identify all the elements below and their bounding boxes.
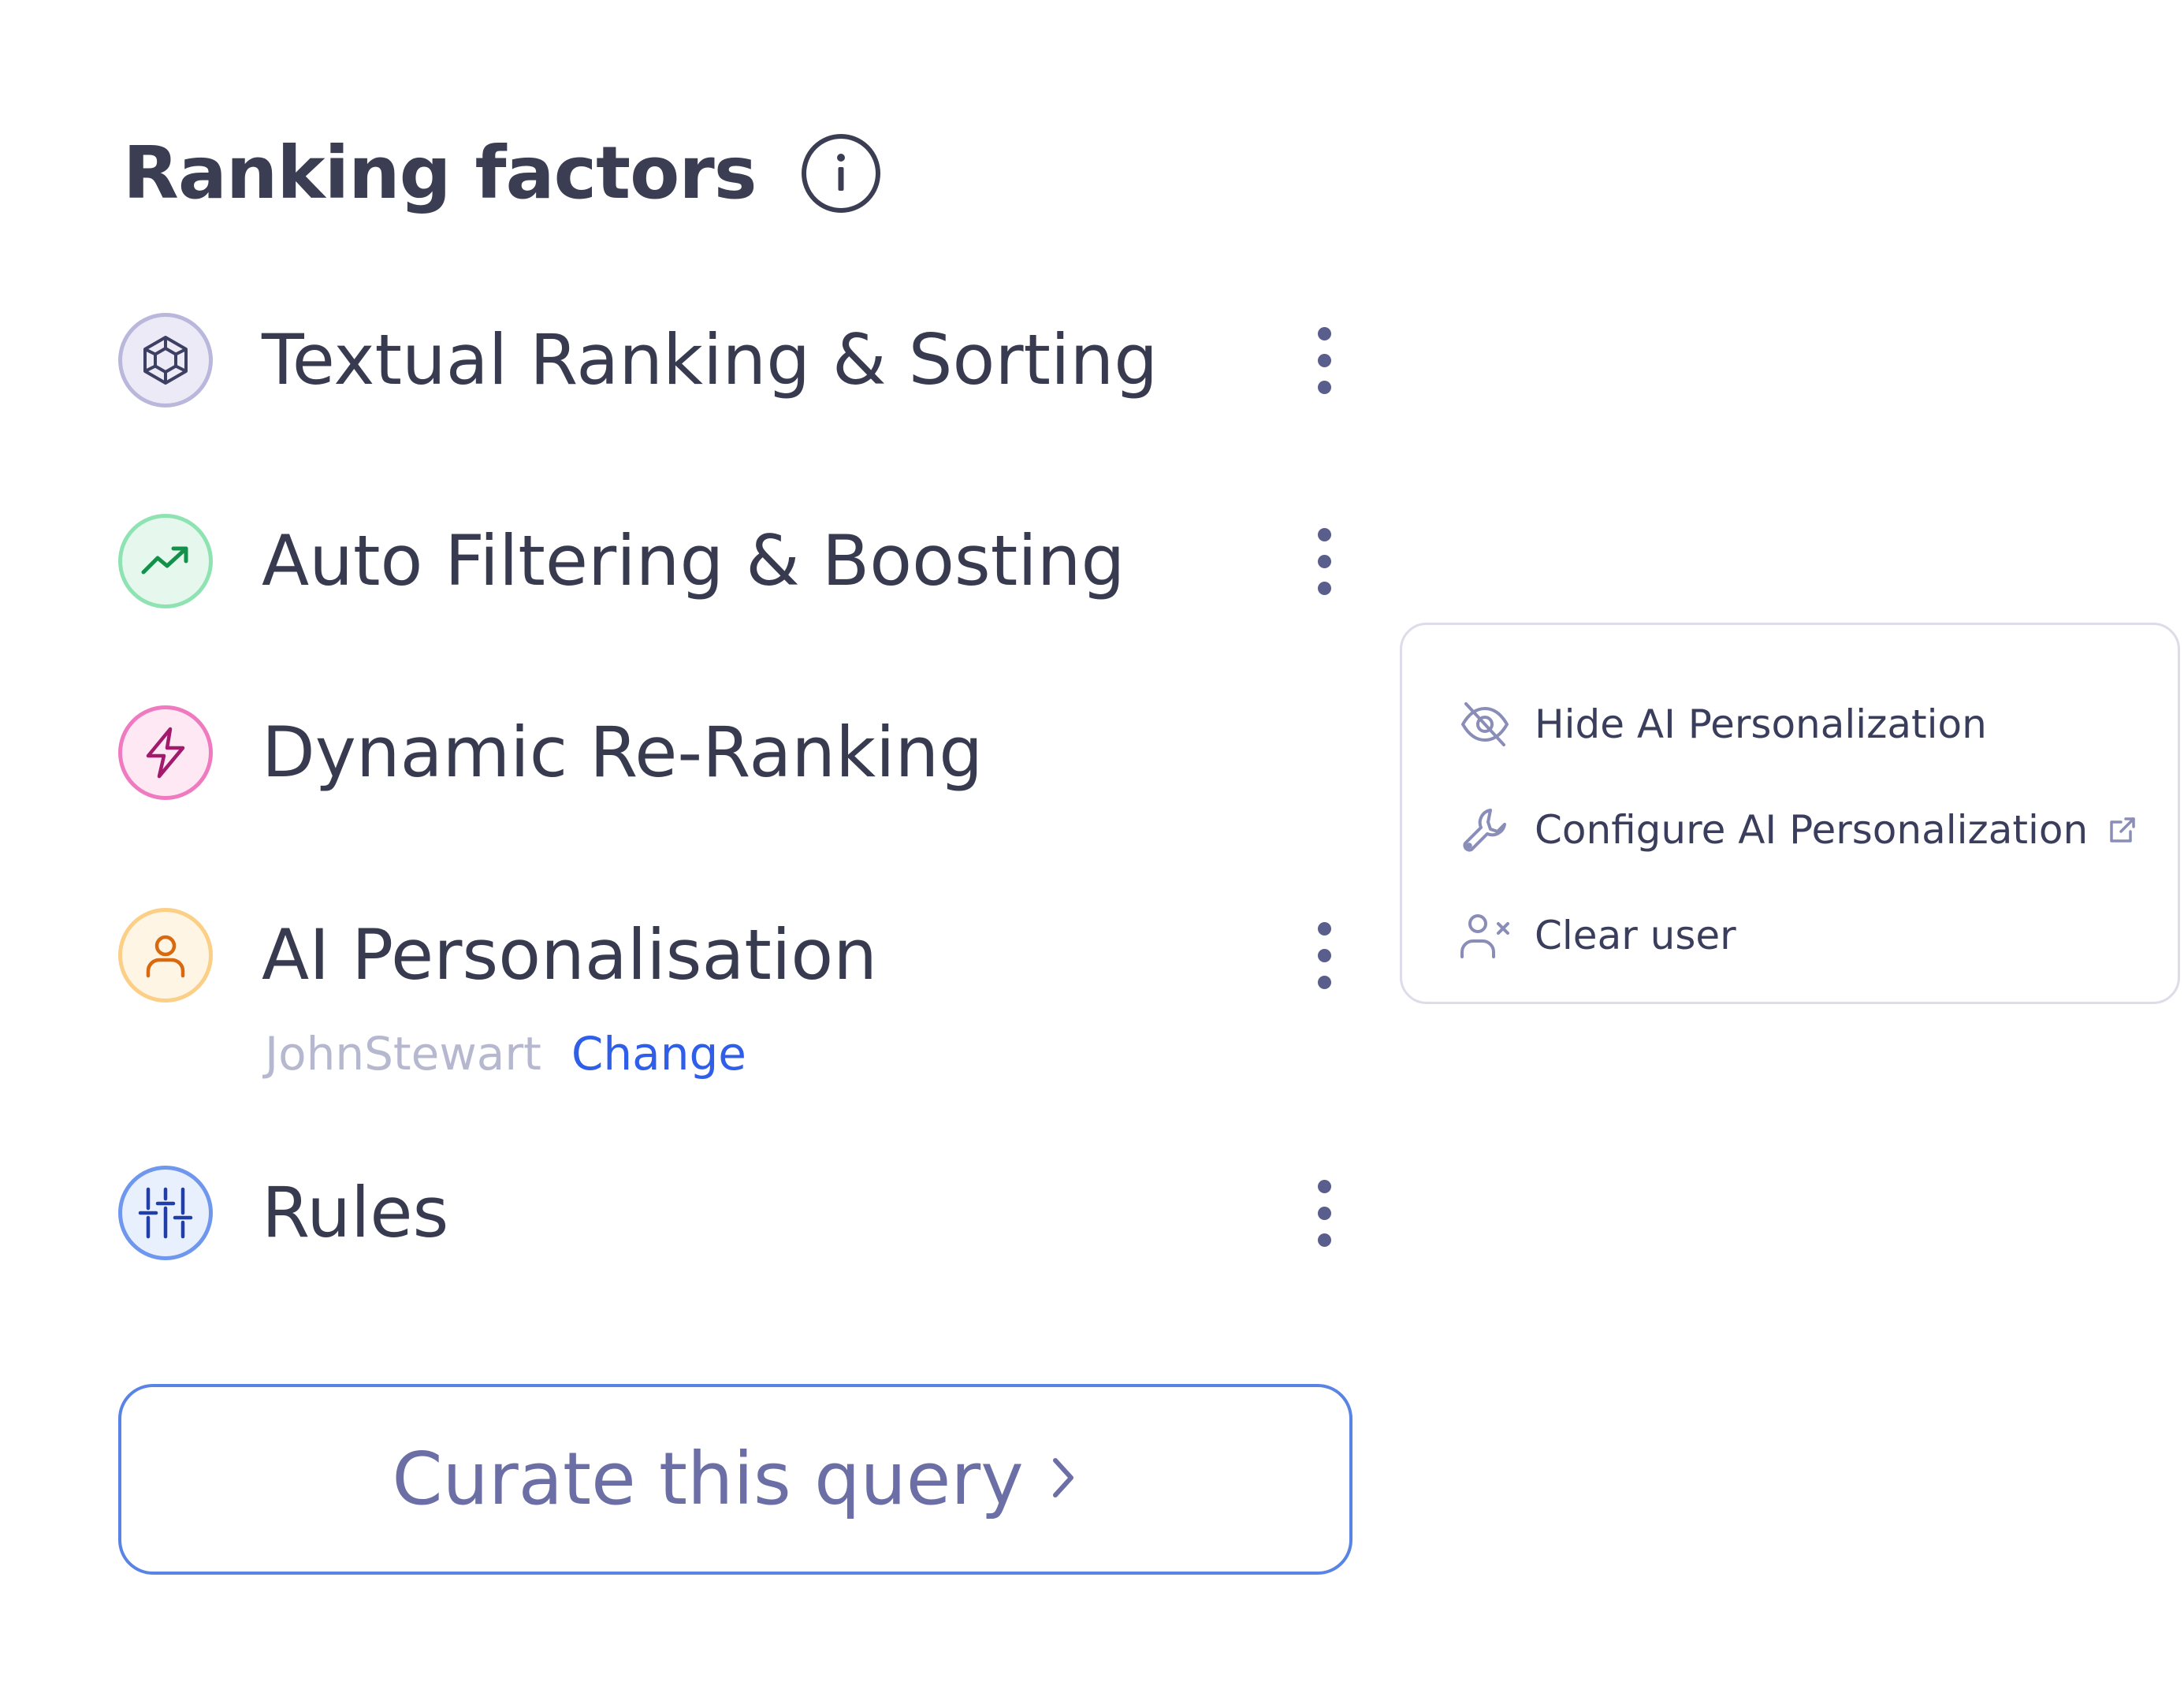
menu-item-label: Clear user	[1535, 913, 1736, 958]
kebab-dot	[1317, 581, 1331, 595]
lightning-icon	[118, 705, 213, 800]
menu-item-label: Hide AI Personalization	[1535, 701, 1987, 747]
ai-personalisation-context-menu: Hide AI Personalization Configure AI Per…	[1400, 623, 2180, 1004]
factor-label: Auto Filtering & Boosting	[262, 520, 1125, 601]
factor-label: Rules	[262, 1172, 449, 1253]
more-options-button[interactable]	[1299, 309, 1349, 411]
kebab-dot	[1317, 948, 1331, 962]
personalisation-user-name: JohnStewart	[265, 1027, 541, 1081]
kebab-dot	[1317, 1179, 1331, 1193]
factor-textual-ranking: Textual Ranking & Sorting	[118, 309, 1348, 411]
personalisation-user-row: JohnStewart Change	[265, 1031, 746, 1077]
menu-item-hide-ai-personalization[interactable]: Hide AI Personalization	[1457, 693, 1987, 756]
info-icon[interactable]	[800, 132, 882, 214]
factor-label: Dynamic Re-Ranking	[262, 712, 984, 793]
curate-query-label: Curate this query	[392, 1437, 1024, 1521]
factor-auto-filtering: Auto Filtering & Boosting	[118, 510, 1348, 612]
page-title: Ranking factors	[123, 131, 757, 215]
more-options-button[interactable]	[1299, 1162, 1349, 1264]
kebab-dot	[1317, 1206, 1331, 1220]
eye-off-icon	[1457, 697, 1512, 752]
menu-item-clear-user[interactable]: Clear user	[1457, 904, 1736, 967]
factor-ai-personalisation: AI Personalisation	[118, 904, 1348, 1006]
kebab-dot	[1317, 921, 1331, 936]
factor-rules: Rules	[118, 1162, 1348, 1264]
chevron-right-icon	[1047, 1453, 1079, 1506]
kebab-dot	[1317, 975, 1331, 989]
menu-item-configure-ai-personalization[interactable]: Configure AI Personalization	[1457, 798, 2140, 861]
external-link-icon	[2105, 813, 2140, 847]
kebab-dot	[1317, 554, 1331, 568]
panel-header: Ranking factors	[123, 132, 882, 214]
user-icon	[118, 908, 213, 1003]
more-options-button[interactable]	[1299, 510, 1349, 612]
factor-dynamic-reranking: Dynamic Re-Ranking	[118, 701, 1348, 804]
more-options-button[interactable]	[1299, 904, 1349, 1006]
kebab-dot	[1317, 380, 1331, 394]
factor-label: AI Personalisation	[262, 914, 877, 995]
kebab-dot	[1317, 527, 1331, 541]
user-remove-icon	[1457, 908, 1512, 963]
factor-label: Textual Ranking & Sorting	[262, 319, 1159, 400]
trending-up-icon	[118, 514, 213, 608]
kebab-dot	[1317, 353, 1331, 367]
kebab-dot	[1317, 1233, 1331, 1247]
cube-icon	[118, 313, 213, 407]
wrench-icon	[1457, 802, 1512, 857]
sliders-icon	[118, 1166, 213, 1260]
curate-query-button[interactable]: Curate this query	[118, 1384, 1352, 1575]
change-user-link[interactable]: Change	[571, 1031, 746, 1077]
menu-item-label: Configure AI Personalization	[1535, 807, 2089, 853]
kebab-dot	[1317, 326, 1331, 340]
